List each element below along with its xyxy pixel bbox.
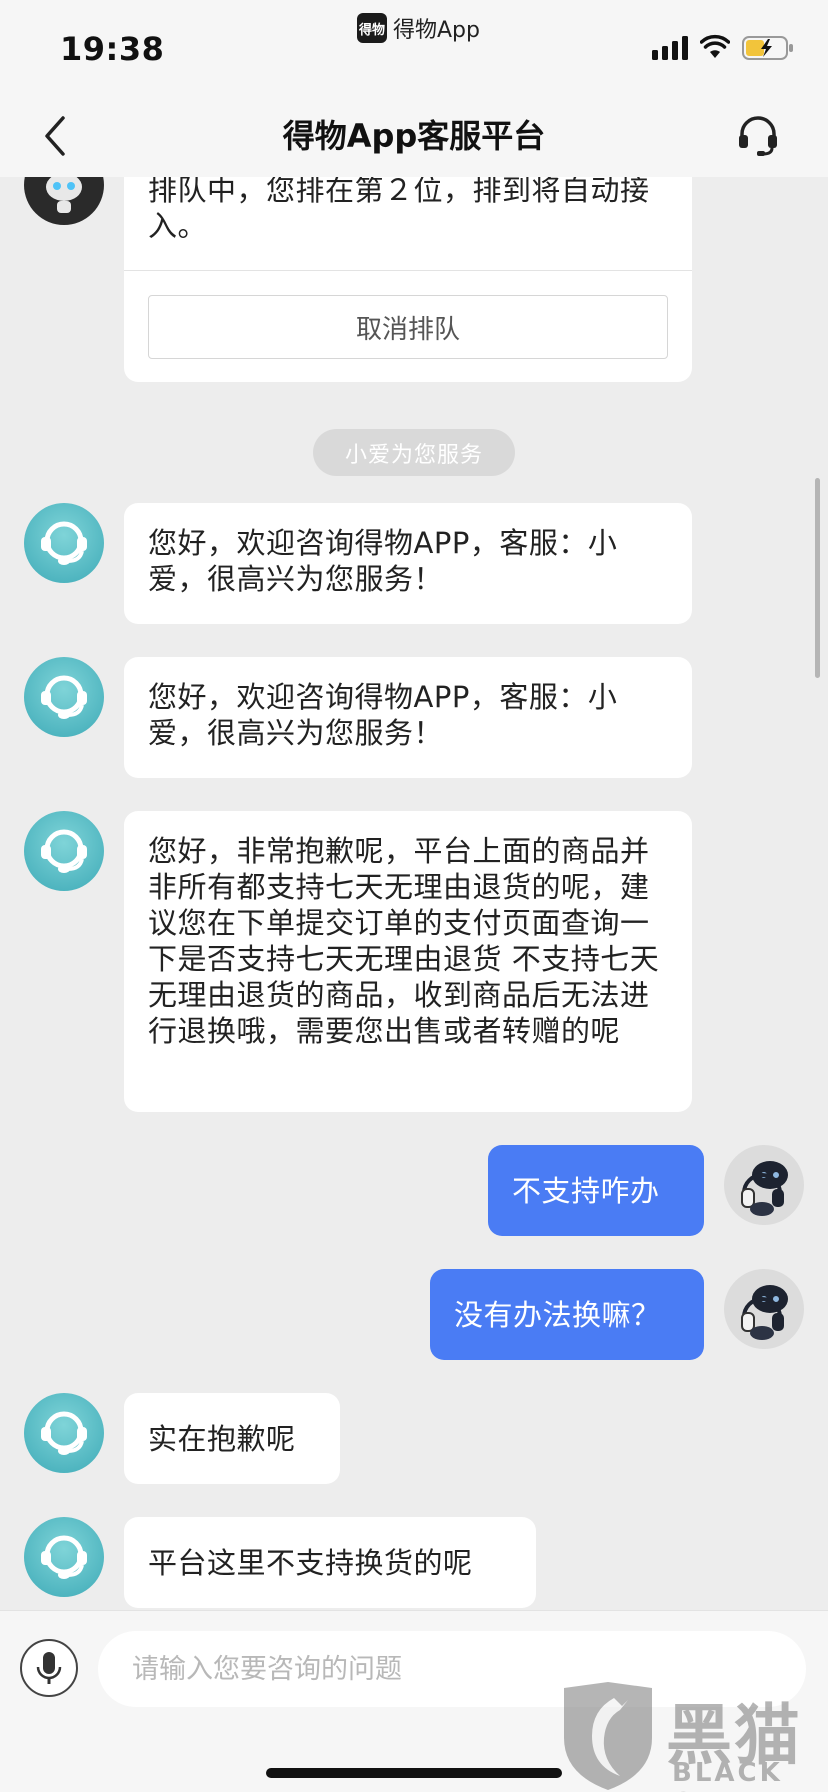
agent-message: 平台这里不支持换货的呢: [124, 1517, 536, 1608]
agent-avatar: [24, 1517, 104, 1597]
cat-headphones-icon: [741, 1285, 788, 1340]
queue-status-text: 排队中，您排在第２位，排到将自动接入。: [148, 173, 650, 243]
user-message: 不支持咋办: [488, 1145, 704, 1236]
agent-avatar: [24, 657, 104, 737]
watermark-en: BLACK CAT: [672, 1758, 783, 1792]
status-bar: 19:38 得物 得物App: [0, 0, 828, 95]
agent-message: 您好，非常抱歉呢，平台上面的商品并非所有都支持七天无理由退货的呢，建议您在下单提…: [124, 811, 692, 1112]
battery-charging-icon: [742, 36, 793, 60]
agent-avatar: [24, 811, 104, 891]
headset-icon: [739, 116, 777, 156]
headset-icon: [41, 521, 87, 565]
user-message: 没有办法换嘛？: [430, 1269, 704, 1360]
status-time: 19:38: [60, 30, 165, 68]
cat-headphones-icon: [741, 1161, 788, 1216]
customer-service-button[interactable]: [730, 107, 786, 163]
agent-message: 您好，欢迎咨询得物APP，客服：小爱，很高兴为您服务！: [124, 503, 692, 624]
headset-icon: [41, 675, 87, 719]
agent-avatar: [24, 1393, 104, 1473]
headset-icon: [41, 829, 87, 873]
divider: [124, 270, 692, 271]
user-avatar: [724, 1269, 804, 1349]
agent-avatar: [24, 503, 104, 583]
chat-screen: 19:38 得物 得物App 得物App客服平台 排队中，您排在第２位，排到将自…: [0, 0, 828, 1792]
blackcat-watermark: 黑猫 BLACK CAT: [556, 1676, 828, 1792]
voice-input-button[interactable]: [20, 1639, 78, 1697]
app-logo-icon: 得物: [357, 13, 387, 43]
headset-icon: [41, 1535, 87, 1579]
cat-shield-icon: [564, 1682, 652, 1790]
return-to-app-pill[interactable]: 得物 得物App: [357, 10, 480, 46]
cancel-queue-button[interactable]: 取消排队: [148, 295, 668, 359]
scrollbar[interactable]: [815, 478, 820, 678]
headset-icon: [41, 1411, 87, 1455]
app-name: 得物App: [393, 18, 480, 43]
agent-message: 实在抱歉呢: [124, 1393, 340, 1484]
system-notice: 小爱为您服务: [313, 429, 515, 476]
agent-message: 您好，欢迎咨询得物APP，客服：小爱，很高兴为您服务！: [124, 657, 692, 778]
page-title: 得物App客服平台: [282, 117, 546, 155]
wifi-icon: [700, 34, 730, 58]
microphone-icon: [36, 1652, 62, 1684]
user-avatar: [724, 1145, 804, 1225]
cellular-signal-icon: [652, 36, 688, 60]
queue-card: 排队中，您排在第２位，排到将自动接入。 取消排队: [124, 150, 692, 382]
home-indicator[interactable]: [266, 1768, 562, 1778]
nav-bar: 得物App客服平台: [0, 95, 828, 177]
